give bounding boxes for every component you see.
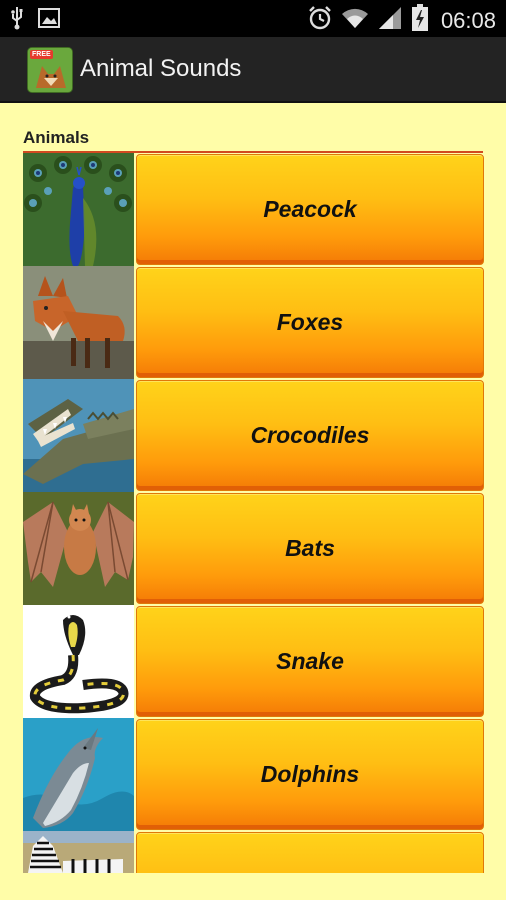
action-bar: FREE Animal Sounds	[0, 37, 506, 103]
animal-list[interactable]: Peacock Foxes Crocodiles Bats Snake Dolp…	[23, 153, 484, 873]
animal-button-foxes[interactable]: Foxes	[136, 267, 484, 378]
animal-button-bats[interactable]: Bats	[136, 493, 484, 604]
animal-button-snake[interactable]: Snake	[136, 606, 484, 717]
list-item: Foxes	[23, 266, 484, 379]
animal-button-dolphins[interactable]: Dolphins	[136, 719, 484, 830]
usb-icon	[10, 6, 24, 35]
alarm-icon	[307, 5, 333, 36]
animal-name: Dolphins	[260, 761, 360, 787]
battery-charging-icon	[411, 4, 429, 37]
crocodile-photo[interactable]	[23, 379, 134, 492]
zebra-photo[interactable]	[23, 831, 134, 873]
app-icon[interactable]: FREE	[27, 47, 73, 93]
status-bar: 06:08	[0, 0, 506, 37]
list-item: Bats	[23, 492, 484, 605]
wifi-icon	[341, 6, 369, 35]
dolphin-photo[interactable]	[23, 718, 134, 831]
list-item: Peacock	[23, 153, 484, 266]
animal-name: Snake	[276, 648, 344, 674]
animal-name: Peacock	[263, 196, 357, 222]
list-item: Snake	[23, 605, 484, 718]
peacock-photo[interactable]	[23, 153, 134, 266]
cobra-photo[interactable]	[23, 605, 134, 718]
app-title: Animal Sounds	[80, 55, 242, 82]
list-item	[23, 831, 484, 873]
clock: 06:08	[440, 7, 496, 33]
section-title: Animals	[23, 128, 90, 147]
list-item: Dolphins	[23, 718, 484, 831]
animal-button-peacock[interactable]: Peacock	[136, 154, 484, 265]
fox-photo[interactable]	[23, 266, 134, 379]
animal-button-zebra[interactable]	[136, 832, 484, 873]
animal-button-crocodiles[interactable]: Crocodiles	[136, 380, 484, 491]
signal-icon	[377, 5, 403, 36]
free-badge: FREE	[30, 50, 53, 59]
animal-name: Bats	[285, 535, 335, 561]
list-item: Crocodiles	[23, 379, 484, 492]
bat-photo[interactable]	[23, 492, 134, 605]
animal-name: Crocodiles	[250, 422, 370, 448]
image-icon	[38, 8, 60, 33]
animal-name: Foxes	[276, 309, 344, 335]
